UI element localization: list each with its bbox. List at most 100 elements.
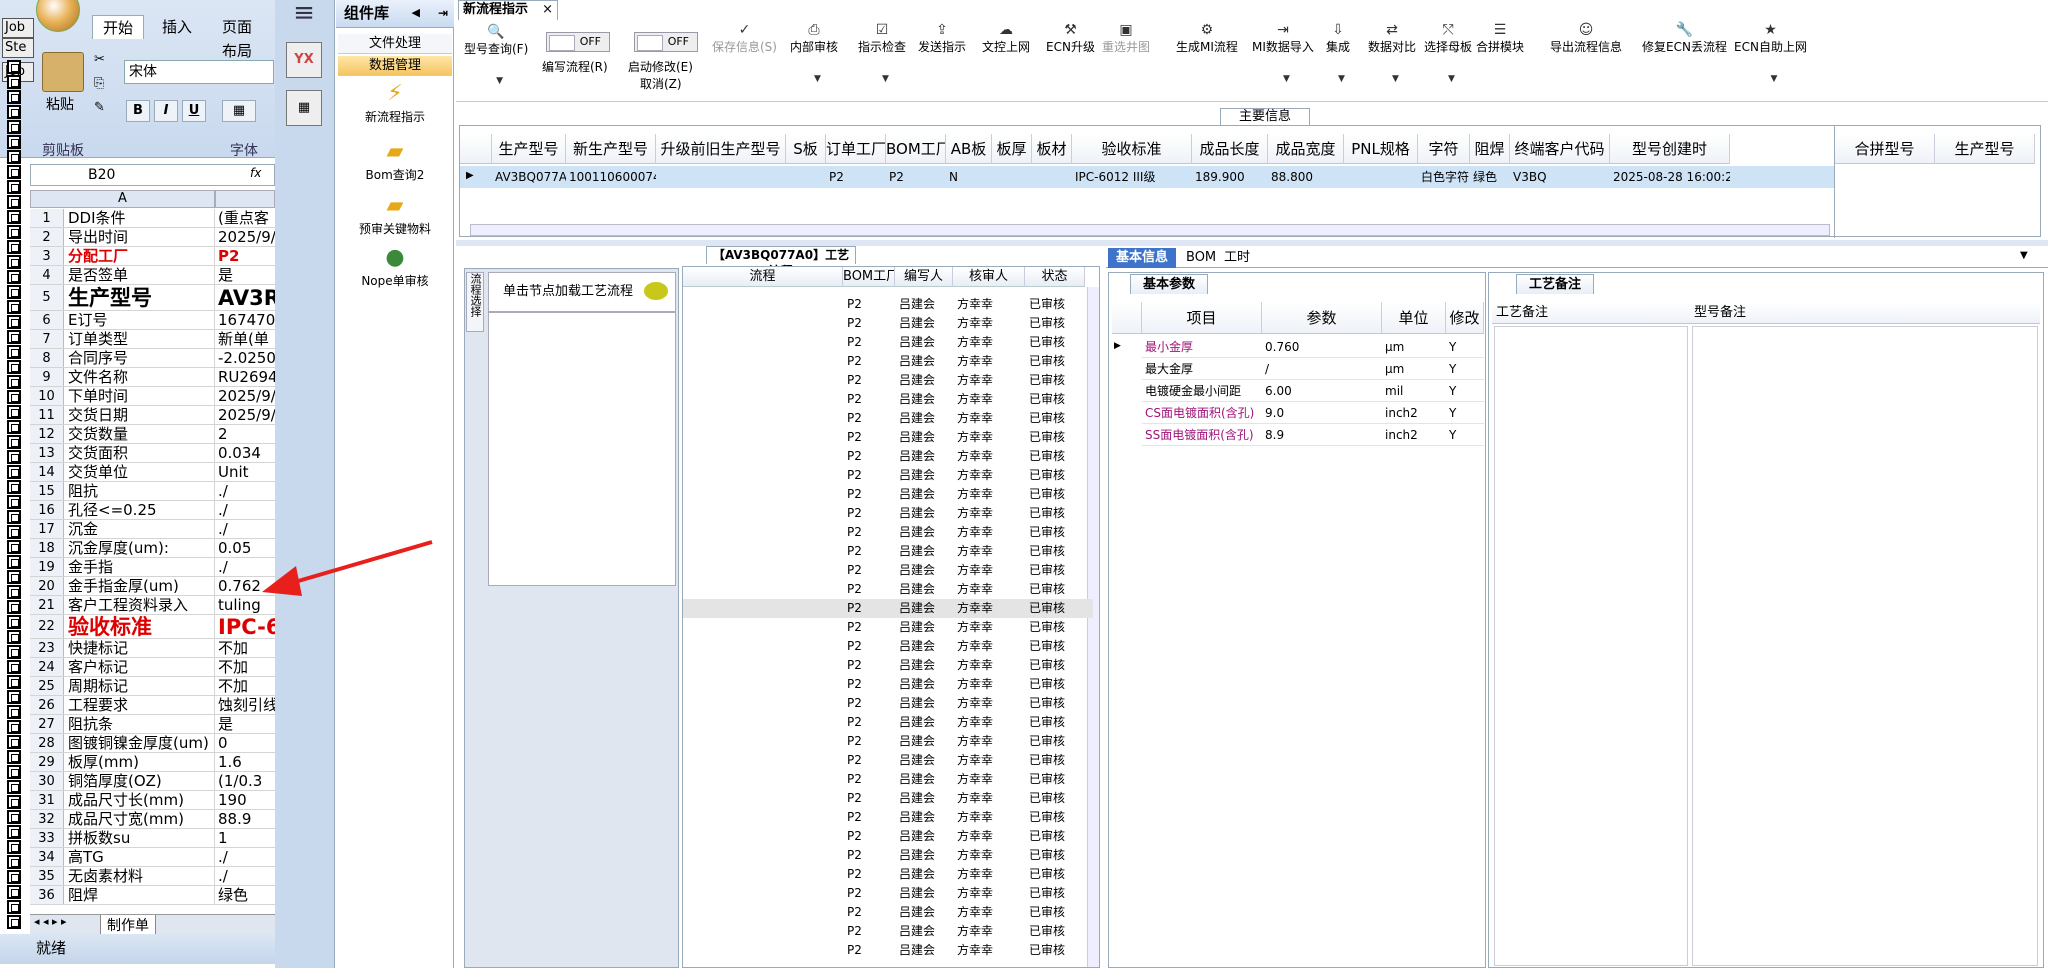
menu-icon[interactable]: ≡ — [282, 0, 326, 30]
sheet-row[interactable]: 32 成品尺寸宽(mm) 88.9 — [30, 810, 275, 829]
cell-b[interactable]: ./ — [218, 501, 275, 519]
flow-node-area[interactable] — [488, 312, 676, 586]
underline-button[interactable]: U — [182, 100, 206, 122]
row-number[interactable]: 30 — [30, 772, 64, 790]
checkbox[interactable] — [7, 105, 21, 119]
grid-header[interactable]: 验收标准 — [1072, 134, 1192, 164]
grid-header[interactable]: 成品长度 — [1192, 134, 1268, 164]
flow-row[interactable]: 预烘2P2吕建会方幸幸已审核 — [683, 352, 1093, 371]
flow-row[interactable]: 退膜1P2吕建会方幸幸已审核 — [683, 656, 1093, 675]
cell-b[interactable]: 0.762 — [218, 577, 275, 595]
sheet-row[interactable]: 2导出时间2025/9/2 — [30, 228, 275, 247]
flow-row[interactable]: 显影4P2吕建会方幸幸已审核 — [683, 941, 1093, 960]
sheet-row[interactable]: 24 客户标记 不加 — [30, 658, 275, 677]
row-number[interactable]: 17 — [30, 520, 64, 538]
checkbox[interactable] — [7, 720, 21, 734]
library-item-bom-query[interactable]: ▰ Bom查询2 — [338, 140, 452, 183]
toolbar-button-10[interactable]: ⇄ 数据对比 ▼ — [1368, 22, 1416, 84]
toolbar-button-5[interactable]: ⚒ ECN升级 — [1046, 22, 1095, 55]
grid-header[interactable]: 升级前旧生产型号 — [656, 134, 786, 164]
cell-b[interactable]: AV3R0 — [218, 285, 275, 310]
checkbox[interactable] — [7, 195, 21, 209]
checkbox[interactable] — [7, 450, 21, 464]
cell-b[interactable]: 新单(单 — [218, 330, 275, 348]
flow-header[interactable]: 核审人 — [953, 267, 1025, 287]
flow-row[interactable]: 电镀硬金P2吕建会方幸幸已审核 — [683, 599, 1093, 618]
cell-a[interactable]: 合同序号 — [68, 349, 215, 367]
cell-a[interactable]: 周期标记 — [68, 677, 215, 695]
cell-b[interactable]: ./ — [218, 867, 275, 885]
flow-row[interactable]: −外层干膜3P2吕建会方幸幸已审核 — [683, 694, 1093, 713]
flow-row[interactable]: 外层前处理3P2吕建会方幸幸已审核 — [683, 713, 1093, 732]
checkbox[interactable] — [7, 750, 21, 764]
grid-header[interactable]: 生产型号 — [1935, 134, 2035, 164]
grid-cell[interactable] — [1032, 166, 1072, 188]
checkbox[interactable] — [7, 180, 21, 194]
params-header[interactable]: 单位 — [1382, 302, 1446, 334]
sheet-row[interactable]: 21 客户工程资料录入 tuling — [30, 596, 275, 615]
checkbox[interactable] — [7, 375, 21, 389]
font-name-input[interactable]: 宋体 — [124, 60, 274, 84]
checkbox[interactable] — [7, 270, 21, 284]
cell-b[interactable]: 2025/9/2 — [218, 387, 275, 405]
border-button[interactable]: ▦ — [222, 100, 256, 122]
model-notes-textarea[interactable] — [1692, 326, 2038, 966]
cell-a[interactable]: 验收标准 — [68, 615, 215, 638]
flow-row[interactable]: 曝光4P2吕建会方幸幸已审核 — [683, 922, 1093, 941]
toolbar-button-13[interactable]: ☺ 导出流程信息 — [1550, 22, 1622, 55]
cell-a[interactable]: 阻抗条 — [68, 715, 215, 733]
grid-header[interactable]: 新生产型号 — [566, 134, 656, 164]
cell-b[interactable]: (1/0.3 — [218, 772, 275, 790]
row-number[interactable]: 19 — [30, 558, 64, 576]
cell-a[interactable]: 金手指 — [68, 558, 215, 576]
checkbox[interactable] — [7, 660, 21, 674]
cell-b[interactable]: 是 — [218, 266, 275, 284]
cell-b[interactable]: 88.9 — [218, 810, 275, 828]
cell-a[interactable]: E订号 — [68, 311, 215, 329]
checkbox[interactable] — [7, 900, 21, 914]
sheet-row[interactable]: 13 交货面积 0.034 — [30, 444, 275, 463]
checkbox[interactable] — [7, 525, 21, 539]
grid-cell[interactable]: AV3BQ077A0 — [492, 166, 566, 188]
library-item-nope-audit[interactable]: ● Nope单审核 — [338, 246, 452, 289]
row-number[interactable]: 2 — [30, 228, 64, 246]
sheet-row[interactable]: 19 金手指 ./ — [30, 558, 275, 577]
row-number[interactable]: 29 — [30, 753, 64, 771]
cell-b[interactable]: 绿色 — [218, 886, 275, 904]
checkbox[interactable] — [7, 675, 21, 689]
flow-row[interactable]: −阻焊2P2吕建会方幸幸已审核 — [683, 295, 1093, 314]
param-modify[interactable]: Y — [1446, 424, 1484, 446]
cell-b[interactable]: 不加 — [218, 658, 275, 676]
grid-header[interactable]: PNL规格 — [1344, 134, 1418, 164]
checkbox[interactable] — [7, 585, 21, 599]
collapse-left-icon[interactable]: ◀ — [412, 0, 420, 26]
grid-header[interactable]: 阻焊 — [1470, 134, 1510, 164]
checkbox[interactable] — [7, 870, 21, 884]
horizontal-scrollbar[interactable] — [470, 224, 1830, 236]
cell-a[interactable]: 阻抗 — [68, 482, 215, 500]
row-number[interactable]: 18 — [30, 539, 64, 557]
italic-button[interactable]: I — [154, 100, 178, 122]
cell-a[interactable]: 无卤素材料 — [68, 867, 215, 885]
cell-a[interactable]: 客户工程资料录入 — [68, 596, 215, 614]
column-header-a[interactable]: A — [30, 190, 215, 208]
flow-row[interactable]: 碱性蚀刻2P2吕建会方幸幸已审核 — [683, 808, 1093, 827]
grid-header[interactable]: 板厚 — [992, 134, 1032, 164]
cut-icon[interactable]: ✂ — [94, 52, 105, 67]
checkbox[interactable] — [7, 60, 21, 74]
param-item[interactable]: 最小金厚 — [1142, 336, 1262, 358]
checkbox[interactable] — [7, 645, 21, 659]
cell-a[interactable]: 金手指金厚(um) — [68, 577, 215, 595]
write-flow-toggle[interactable]: OFF — [546, 32, 610, 52]
toolbar-button-12[interactable]: ☰ 合拼模块 — [1476, 22, 1524, 55]
yx-app-icon[interactable]: YX — [286, 42, 322, 78]
grid-cell[interactable]: 189.900 — [1192, 166, 1268, 188]
sheet-row[interactable]: 31 成品尺寸长(mm) 190 — [30, 791, 275, 810]
calculator-icon[interactable]: ▦ — [286, 90, 322, 126]
cell-b[interactable]: 1 — [218, 829, 275, 847]
flow-row[interactable]: 退膜2P2吕建会方幸幸已审核 — [683, 827, 1093, 846]
sheet-row[interactable]: 28 图镀铜镍金厚度(um) 0 — [30, 734, 275, 753]
checkbox[interactable] — [7, 735, 21, 749]
excel-tab-layout[interactable]: 页面布局 — [212, 15, 275, 60]
toolbar-button-3[interactable]: ⇪ 发送指示 — [918, 22, 966, 55]
